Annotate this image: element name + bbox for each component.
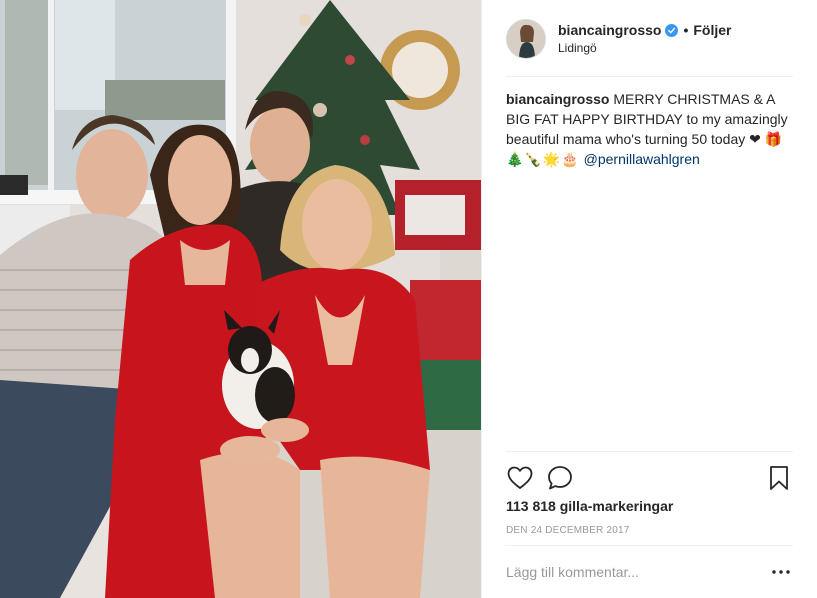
verified-badge-icon [665, 23, 679, 37]
post-header: biancaingrosso • Följer Lidingö [506, 14, 793, 64]
save-button[interactable] [765, 464, 793, 492]
caption-mention[interactable]: @pernillawahlgren [584, 151, 700, 167]
follow-button[interactable]: Följer [693, 21, 731, 39]
post-photo[interactable] [0, 0, 481, 598]
comment-button[interactable] [546, 464, 574, 492]
post-date[interactable]: DEN 24 DECEMBER 2017 [506, 525, 630, 536]
bookmark-icon [770, 466, 788, 490]
header-username[interactable]: biancaingrosso [558, 21, 661, 39]
comment-input[interactable] [506, 564, 769, 580]
heart-icon [507, 466, 533, 489]
divider [506, 451, 793, 452]
caption-username[interactable]: biancaingrosso [506, 91, 609, 107]
post-details-panel: biancaingrosso • Följer Lidingö biancain… [481, 0, 817, 598]
location-link[interactable]: Lidingö [558, 39, 732, 57]
header-separator: • [683, 22, 689, 38]
like-button[interactable] [506, 464, 534, 492]
avatar[interactable] [506, 19, 546, 59]
post-caption: biancaingrosso MERRY CHRISTMAS & A BIG F… [506, 89, 797, 169]
comment-form [506, 556, 793, 588]
speech-bubble-icon [548, 466, 572, 490]
family-photo-image [0, 0, 481, 598]
divider [506, 76, 793, 77]
divider [506, 545, 793, 546]
action-bar [506, 462, 793, 494]
more-options-icon [772, 570, 790, 574]
likes-count[interactable]: 113 818 gilla-markeringar [506, 498, 673, 514]
avatar-image [507, 20, 545, 58]
more-options-button[interactable] [769, 560, 793, 584]
